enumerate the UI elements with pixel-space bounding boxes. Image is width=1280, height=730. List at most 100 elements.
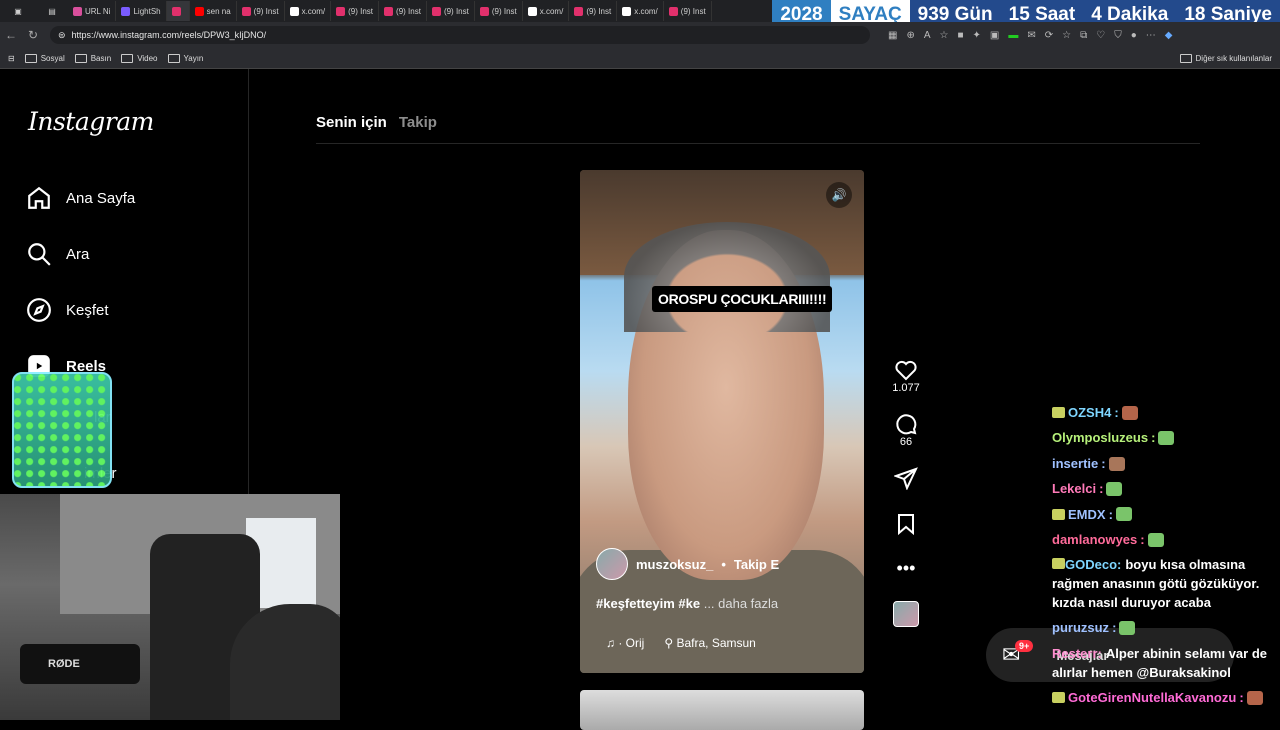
nav-explore[interactable]: Keşfet bbox=[26, 297, 109, 323]
bookmark-folder[interactable]: Yayın bbox=[167, 53, 204, 63]
message-count-badge: 9+ bbox=[1015, 640, 1034, 652]
bookmark-icon bbox=[898, 514, 914, 536]
volume-icon[interactable]: 🔊 bbox=[826, 182, 852, 208]
author-username[interactable]: muszoksuz_ bbox=[636, 557, 713, 572]
other-favorites[interactable]: Diğer sık kullanılanlar bbox=[1179, 53, 1272, 63]
tab-label: x.com/ bbox=[301, 6, 326, 16]
nav-home[interactable]: Ana Sayfa bbox=[26, 185, 135, 211]
comment-button[interactable]: 66 bbox=[894, 412, 918, 448]
browser-tab[interactable]: LightSh bbox=[116, 1, 167, 21]
shield-icon[interactable]: ⛉ bbox=[1114, 30, 1122, 41]
tab-actions-icon[interactable]: ▤ bbox=[36, 1, 68, 21]
browser-tab[interactable]: (9) Inst bbox=[331, 1, 380, 21]
browser-tab[interactable]: (9) Inst bbox=[664, 1, 712, 21]
folder-icon bbox=[121, 53, 134, 63]
reel-description: #keşfetteyim #ke ... daha fazla bbox=[596, 596, 778, 611]
zoom-icon[interactable]: ⊕ bbox=[906, 30, 914, 41]
workspaces-icon[interactable]: ▣ bbox=[0, 1, 36, 21]
reader-icon[interactable]: ▦ bbox=[888, 30, 897, 41]
tab-label: (9) Inst bbox=[586, 6, 612, 16]
follow-button[interactable]: Takip E bbox=[734, 557, 779, 572]
save-button[interactable] bbox=[894, 512, 918, 536]
browser-tab[interactable]: (9) Inst bbox=[569, 1, 618, 21]
chat-emote-icon bbox=[1108, 456, 1125, 471]
webcam-microphone bbox=[20, 644, 140, 684]
chat-username: puruzsuz bbox=[1052, 620, 1110, 636]
read-aloud-icon[interactable]: A bbox=[924, 30, 931, 41]
location-link[interactable]: ⚲ Bafra, Samsun bbox=[664, 636, 756, 650]
audio-avatar[interactable] bbox=[893, 601, 919, 627]
description-text[interactable]: #keşfetteyim #ke bbox=[596, 596, 700, 611]
bookmark-folder[interactable]: Basın bbox=[74, 53, 111, 63]
extension-icon[interactable]: ▣ bbox=[990, 30, 999, 41]
chat-colon: : bbox=[1239, 689, 1244, 705]
chat-username: Olymposluzeus bbox=[1052, 430, 1149, 446]
next-reel-preview[interactable] bbox=[580, 690, 864, 730]
more-options-icon[interactable]: ••• bbox=[897, 558, 916, 579]
bookmark-folder[interactable]: Sosyal bbox=[24, 53, 65, 63]
browser-tab[interactable]: (9) Inst bbox=[379, 1, 427, 21]
site-info-icon[interactable]: ⊜ bbox=[58, 30, 66, 41]
chat-badge-icon bbox=[1052, 558, 1065, 570]
separator-dot: • bbox=[721, 556, 726, 572]
instagram-logo[interactable]: Instagram bbox=[28, 107, 154, 136]
bookmark-folder[interactable]: Video bbox=[121, 53, 158, 63]
bookmarks-menu-icon[interactable]: ⊟ bbox=[8, 54, 15, 63]
more-icon[interactable]: ⋯ bbox=[1146, 30, 1156, 41]
tab-favicon-icon bbox=[527, 6, 537, 16]
back-icon[interactable]: ← bbox=[0, 28, 22, 42]
favorite-star-icon[interactable]: ☆ bbox=[940, 30, 949, 41]
tab-following[interactable]: Takip bbox=[399, 114, 437, 131]
refresh-icon[interactable]: ⟳ bbox=[1045, 30, 1053, 41]
tab-label: x.com/ bbox=[634, 6, 658, 16]
collections-icon[interactable]: ⧉ bbox=[1080, 30, 1087, 41]
audio-label: · Orij bbox=[618, 636, 645, 650]
chat-colon: : bbox=[1108, 506, 1113, 522]
heart-icon bbox=[895, 360, 917, 381]
chat-message: Resterr: Alper abinin selamı var de alırl… bbox=[1052, 641, 1278, 685]
chat-colon: : bbox=[1099, 481, 1104, 497]
chat-message: GODeco: boyu kısa olmasına rağmen anasını… bbox=[1052, 552, 1278, 615]
url-field[interactable]: ⊜ https://www.instagram.com/reels/DPW3_k… bbox=[50, 26, 870, 44]
browser-tab[interactable]: x.com/ bbox=[523, 1, 570, 21]
browser-tab[interactable]: (9) Inst bbox=[427, 1, 475, 21]
chat-message: GoteGirenNutellaKavanozu: bbox=[1052, 685, 1278, 710]
like-button[interactable]: 1.077 bbox=[892, 358, 920, 394]
browser-tab[interactable]: (9) Inst bbox=[237, 1, 285, 21]
browser-tab[interactable]: (9) Inst bbox=[475, 1, 523, 21]
extension-icon[interactable]: ▬ bbox=[1008, 30, 1018, 41]
tab-label: URL Ni bbox=[85, 6, 111, 16]
browser-tab[interactable]: x.com/ bbox=[617, 1, 664, 21]
extension-icon[interactable]: ✉ bbox=[1027, 30, 1035, 41]
comment-count: 66 bbox=[899, 436, 913, 448]
refresh-icon[interactable]: ↻ bbox=[22, 28, 44, 42]
tab-for-you[interactable]: Senin için bbox=[316, 114, 387, 131]
browser-tab[interactable]: sen na bbox=[190, 1, 237, 21]
bookmark-label: Video bbox=[137, 53, 158, 63]
chat-emote-icon bbox=[1106, 481, 1123, 496]
chat-emote-icon bbox=[1119, 621, 1136, 636]
favorites-icon[interactable]: ☆ bbox=[1062, 30, 1071, 41]
extension-icon[interactable]: ■ bbox=[957, 30, 963, 41]
tab-label: (9) Inst bbox=[680, 6, 706, 16]
more-link[interactable]: ... daha fazla bbox=[704, 596, 778, 611]
audio-link[interactable]: ♫ · Orij bbox=[606, 636, 644, 650]
feed-divider bbox=[316, 143, 1200, 144]
share-button[interactable] bbox=[894, 466, 918, 490]
chat-username: OZSH4 bbox=[1068, 405, 1112, 420]
nav-search[interactable]: Ara bbox=[26, 241, 89, 267]
extension-icon[interactable]: ✦ bbox=[973, 30, 981, 41]
browser-tab[interactable]: x.com/ bbox=[285, 1, 332, 21]
chat-username: EMDX bbox=[1068, 506, 1106, 522]
like-count: 1.077 bbox=[892, 382, 920, 394]
tab-label: (9) Inst bbox=[443, 6, 469, 16]
bookmark-label: Yayın bbox=[183, 53, 204, 63]
profile-avatar[interactable]: ● bbox=[1131, 30, 1137, 41]
author-avatar[interactable] bbox=[596, 548, 628, 580]
browser-tab[interactable] bbox=[166, 1, 190, 21]
copilot-icon[interactable]: ◆ bbox=[1165, 30, 1173, 41]
browser-tab[interactable]: URL Ni bbox=[68, 1, 117, 21]
reel-video[interactable]: 🔊 OROSPU ÇOCUKLARIII!!!! muszoksuz_ • Ta… bbox=[580, 170, 864, 673]
heart-icon[interactable]: ♡ bbox=[1096, 30, 1105, 41]
chat-badge-icon bbox=[1052, 407, 1065, 419]
